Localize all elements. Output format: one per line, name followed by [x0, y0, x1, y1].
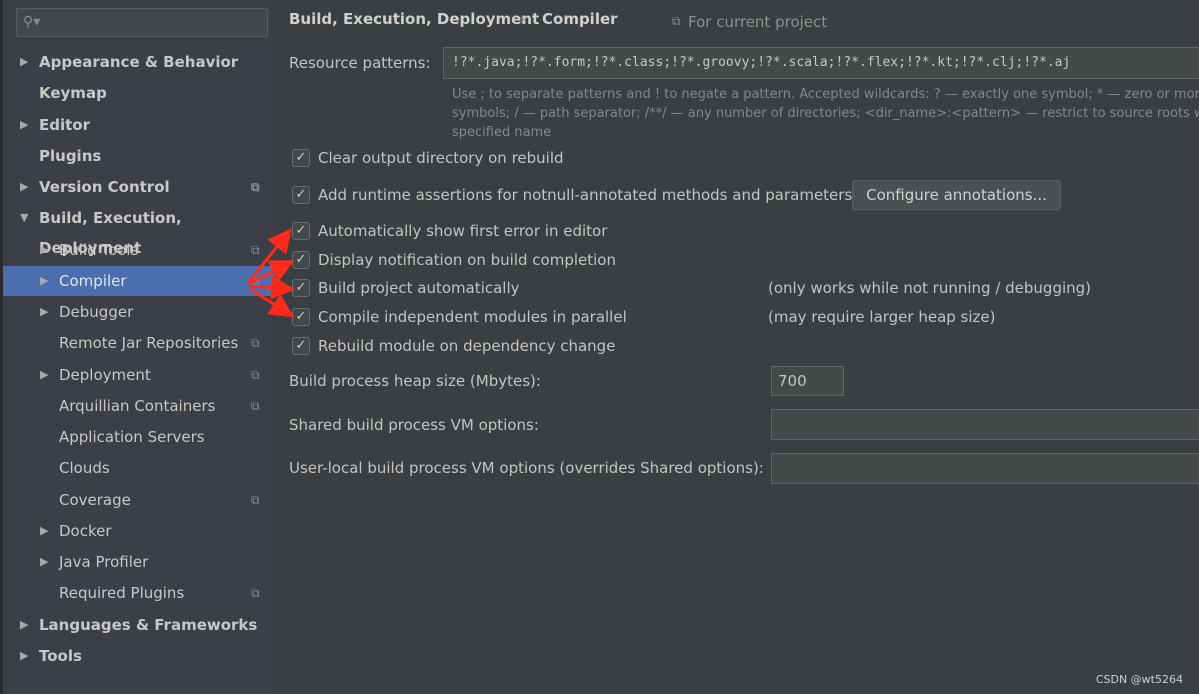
arrow-to-show-first-error	[246, 228, 292, 284]
arrow-to-parallel	[249, 287, 295, 318]
arrow-to-build-automatically	[249, 275, 295, 300]
annotation-arrows	[246, 228, 295, 318]
watermark: CSDN @wt5264	[1095, 673, 1183, 686]
